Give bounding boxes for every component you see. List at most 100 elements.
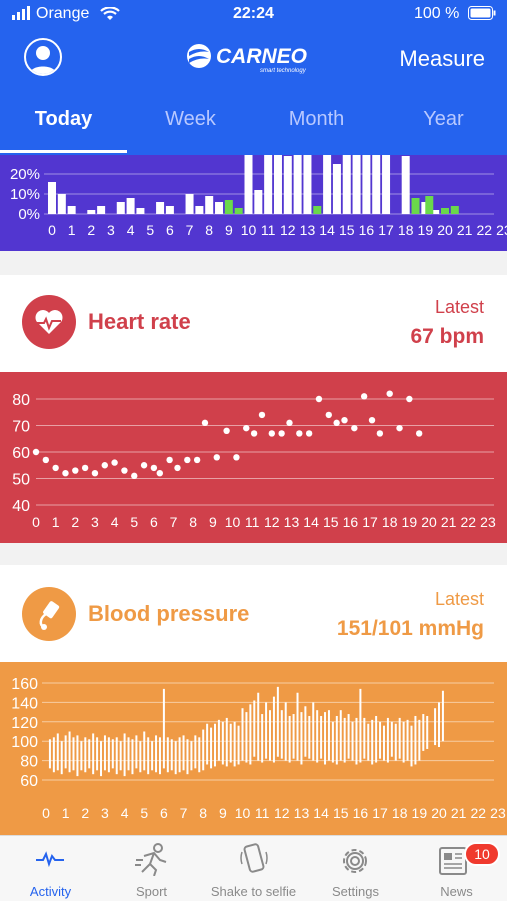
heart-rate-point	[341, 417, 348, 424]
x-tick-label: 20	[437, 222, 453, 238]
x-tick-label: 7	[170, 514, 178, 530]
wifi-icon	[100, 6, 120, 26]
tab-sport[interactable]: Sport	[101, 836, 202, 901]
x-tick-label: 13	[284, 514, 300, 530]
activity-bar	[401, 156, 410, 214]
x-tick-label: 1	[52, 514, 60, 530]
heart-rate-point	[406, 395, 413, 403]
x-tick-label: 4	[127, 222, 135, 238]
x-tick-label: 11	[261, 222, 276, 238]
x-tick-label: 13	[300, 222, 316, 238]
gear-icon	[343, 849, 367, 873]
activity-bar	[136, 208, 145, 214]
x-tick-label: 0	[48, 222, 56, 238]
x-tick-label: 3	[91, 514, 99, 530]
tab-week[interactable]: Week	[127, 108, 254, 131]
active-tab-indicator	[0, 150, 127, 153]
heart-rate-point	[201, 419, 209, 427]
activity-bar	[411, 198, 420, 214]
activity-bar	[87, 210, 96, 214]
activity-bar	[67, 206, 76, 214]
heart-latest-label: Latest	[434, 297, 484, 317]
x-tick-label: 17	[378, 222, 394, 238]
heart-rate-point	[156, 470, 163, 477]
activity-bar	[254, 190, 263, 214]
x-tick-label: 0	[42, 805, 50, 821]
activity-chart-panel: 0% 10% 20% 0 1 2 3 4 5 6 7 8 9 10 11 12 13 14 15 16 17 18 19 20…	[0, 153, 507, 251]
heart-rate-point	[268, 430, 275, 437]
activity-bar	[224, 200, 233, 214]
x-tick-label: 5	[140, 805, 148, 821]
x-tick-label: 1	[68, 222, 76, 238]
heart-rate-point	[101, 462, 108, 469]
activity-bar	[244, 155, 253, 214]
activity-bar	[205, 196, 214, 214]
activity-bar	[48, 182, 56, 214]
measure-button[interactable]: Measure	[399, 46, 485, 72]
heart-rate-point	[368, 417, 376, 424]
app-header: Orange 22:24 100 % CARNEO smart technolo…	[0, 0, 507, 155]
heart-rate-point	[396, 424, 403, 432]
heart-rate-point	[174, 464, 181, 472]
heart-rate-point	[32, 448, 40, 456]
tab-settings[interactable]: Settings	[305, 836, 406, 901]
activity-bar	[362, 155, 371, 214]
x-tick-label: 16	[343, 514, 359, 530]
x-tick-label: 23	[490, 805, 506, 821]
period-tabs: Today Week Month Year	[0, 108, 507, 154]
tab-news[interactable]: 10 News	[406, 836, 507, 901]
activity-bar	[273, 155, 282, 214]
tab-today[interactable]: Today	[0, 108, 127, 131]
heart-rate-card[interactable]: Heart rate Latest 67 bpm	[0, 275, 507, 372]
x-tick-label: 8	[189, 514, 197, 530]
y-tick-label: 50	[12, 472, 30, 489]
tab-activity[interactable]: Activity	[0, 836, 101, 901]
carneo-logo: CARNEO smart technology	[186, 42, 326, 74]
tab-activity-label: Activity	[29, 884, 72, 899]
activity-bar	[313, 206, 322, 214]
heart-rate-point	[315, 395, 323, 403]
y-tick-label: 120	[11, 715, 38, 732]
heart-pulse-icon	[22, 295, 76, 349]
heart-rate-point	[286, 419, 293, 427]
x-tick-label: 12	[280, 222, 296, 238]
y-tick-label: 20%	[10, 166, 40, 183]
x-tick-label: 21	[457, 222, 473, 238]
tab-settings-label: Settings	[332, 884, 379, 899]
x-tick-label: 3	[107, 222, 115, 238]
activity-chart: 0%10%20%0 1 2 3 4 5 6 7 8 9 10 11 12 13 14 15 16 17 18 19 20…	[10, 153, 507, 238]
x-tick-label: 20	[421, 514, 437, 530]
x-tick-label: 22	[477, 222, 493, 238]
heart-rate-point	[62, 470, 69, 477]
activity-bar	[323, 155, 332, 214]
x-tick-label: 21	[451, 805, 467, 821]
battery-percent: 100 %	[414, 5, 460, 22]
x-tick-label: 15	[339, 222, 355, 238]
clock-time: 22:24	[233, 5, 274, 22]
x-tick-label: 17	[362, 514, 378, 530]
x-tick-label: 17	[372, 805, 388, 821]
x-tick-label: 20	[431, 805, 447, 821]
blood-pressure-card[interactable]: Blood pressure Latest 151/101 mmHg	[0, 565, 507, 662]
tab-shake-to-selfie[interactable]: Shake to selfie	[202, 836, 305, 901]
heart-rate-point	[184, 456, 191, 464]
carrier-name: Orange	[36, 5, 90, 22]
bp-latest-value: 151/101 mmHg	[336, 617, 484, 640]
x-tick-label: 16	[359, 222, 375, 238]
heart-rate-point	[233, 454, 240, 461]
tab-year[interactable]: Year	[380, 108, 507, 131]
x-tick-label: 7	[186, 222, 194, 238]
tab-shake-label: Shake to selfie	[210, 884, 297, 899]
activity-bar	[116, 202, 125, 214]
x-tick-label: 10	[241, 222, 257, 238]
tab-month[interactable]: Month	[253, 108, 380, 131]
x-tick-label: 15	[333, 805, 349, 821]
y-tick-label: 100	[11, 734, 38, 751]
x-tick-label: 19	[418, 222, 434, 238]
user-avatar-icon[interactable]	[24, 38, 62, 76]
x-tick-label: 14	[313, 805, 329, 821]
x-tick-label: 18	[398, 222, 414, 238]
activity-bar	[264, 155, 273, 214]
heart-rate-point	[243, 424, 250, 432]
activity-bar	[185, 194, 194, 214]
